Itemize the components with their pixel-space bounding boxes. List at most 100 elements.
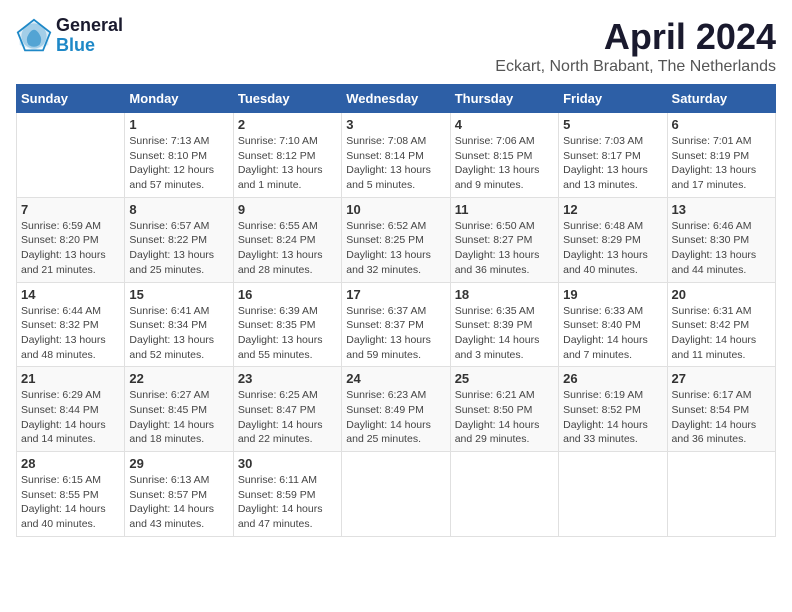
week-row-5: 28 Sunrise: 6:15 AMSunset: 8:55 PMDayligh…	[17, 452, 776, 537]
day-info: Sunrise: 6:37 AMSunset: 8:37 PMDaylight:…	[346, 304, 445, 363]
day-number: 29	[129, 456, 228, 471]
calendar-cell: 19 Sunrise: 6:33 AMSunset: 8:40 PMDayligh…	[559, 282, 667, 367]
calendar-cell: 14 Sunrise: 6:44 AMSunset: 8:32 PMDayligh…	[17, 282, 125, 367]
day-number: 4	[455, 117, 554, 132]
day-info: Sunrise: 6:17 AMSunset: 8:54 PMDaylight:…	[672, 388, 771, 447]
calendar-cell: 23 Sunrise: 6:25 AMSunset: 8:47 PMDayligh…	[233, 367, 341, 452]
day-number: 14	[21, 287, 120, 302]
calendar-cell: 9 Sunrise: 6:55 AMSunset: 8:24 PMDaylight…	[233, 197, 341, 282]
day-number: 7	[21, 202, 120, 217]
day-number: 3	[346, 117, 445, 132]
week-row-4: 21 Sunrise: 6:29 AMSunset: 8:44 PMDayligh…	[17, 367, 776, 452]
day-number: 9	[238, 202, 337, 217]
calendar-cell: 20 Sunrise: 6:31 AMSunset: 8:42 PMDayligh…	[667, 282, 775, 367]
calendar-cell	[667, 452, 775, 537]
calendar-cell: 28 Sunrise: 6:15 AMSunset: 8:55 PMDayligh…	[17, 452, 125, 537]
calendar-cell: 2 Sunrise: 7:10 AMSunset: 8:12 PMDaylight…	[233, 113, 341, 198]
day-info: Sunrise: 6:31 AMSunset: 8:42 PMDaylight:…	[672, 304, 771, 363]
day-info: Sunrise: 6:21 AMSunset: 8:50 PMDaylight:…	[455, 388, 554, 447]
day-info: Sunrise: 6:29 AMSunset: 8:44 PMDaylight:…	[21, 388, 120, 447]
day-info: Sunrise: 6:52 AMSunset: 8:25 PMDaylight:…	[346, 219, 445, 278]
day-number: 28	[21, 456, 120, 471]
calendar-header-row: SundayMondayTuesdayWednesdayThursdayFrid…	[17, 85, 776, 113]
day-number: 21	[21, 371, 120, 386]
day-info: Sunrise: 6:50 AMSunset: 8:27 PMDaylight:…	[455, 219, 554, 278]
calendar-cell	[450, 452, 558, 537]
day-number: 11	[455, 202, 554, 217]
calendar-cell: 21 Sunrise: 6:29 AMSunset: 8:44 PMDayligh…	[17, 367, 125, 452]
day-info: Sunrise: 6:46 AMSunset: 8:30 PMDaylight:…	[672, 219, 771, 278]
header-thursday: Thursday	[450, 85, 558, 113]
day-number: 8	[129, 202, 228, 217]
calendar-cell: 27 Sunrise: 6:17 AMSunset: 8:54 PMDayligh…	[667, 367, 775, 452]
day-info: Sunrise: 6:41 AMSunset: 8:34 PMDaylight:…	[129, 304, 228, 363]
day-info: Sunrise: 6:13 AMSunset: 8:57 PMDaylight:…	[129, 473, 228, 532]
header-sunday: Sunday	[17, 85, 125, 113]
logo-line2: Blue	[56, 36, 123, 56]
day-info: Sunrise: 6:27 AMSunset: 8:45 PMDaylight:…	[129, 388, 228, 447]
day-info: Sunrise: 6:15 AMSunset: 8:55 PMDaylight:…	[21, 473, 120, 532]
calendar-cell	[17, 113, 125, 198]
day-info: Sunrise: 7:03 AMSunset: 8:17 PMDaylight:…	[563, 134, 662, 193]
header-saturday: Saturday	[667, 85, 775, 113]
day-info: Sunrise: 6:55 AMSunset: 8:24 PMDaylight:…	[238, 219, 337, 278]
day-number: 23	[238, 371, 337, 386]
calendar-cell: 18Sunrise: 6:35 AMSunset: 8:39 PMDayligh…	[450, 282, 558, 367]
title-block: April 2024 Eckart, North Brabant, The Ne…	[495, 16, 776, 76]
week-row-2: 7Sunrise: 6:59 AMSunset: 8:20 PMDaylight…	[17, 197, 776, 282]
calendar-cell: 12 Sunrise: 6:48 AMSunset: 8:29 PMDayligh…	[559, 197, 667, 282]
page-header: General Blue April 2024 Eckart, North Br…	[16, 16, 776, 76]
day-info: Sunrise: 7:08 AMSunset: 8:14 PMDaylight:…	[346, 134, 445, 193]
day-number: 12	[563, 202, 662, 217]
day-number: 24	[346, 371, 445, 386]
calendar-cell: 3 Sunrise: 7:08 AMSunset: 8:14 PMDaylight…	[342, 113, 450, 198]
logo: General Blue	[16, 16, 123, 56]
day-number: 13	[672, 202, 771, 217]
calendar-cell: 24 Sunrise: 6:23 AMSunset: 8:49 PMDayligh…	[342, 367, 450, 452]
page-title: April 2024	[495, 16, 776, 58]
header-wednesday: Wednesday	[342, 85, 450, 113]
day-info: Sunrise: 6:35 AMSunset: 8:39 PMDaylight:…	[455, 304, 554, 363]
day-info: Sunrise: 7:13 AMSunset: 8:10 PMDaylight:…	[129, 134, 228, 193]
calendar-cell: 29 Sunrise: 6:13 AMSunset: 8:57 PMDayligh…	[125, 452, 233, 537]
day-number: 20	[672, 287, 771, 302]
day-number: 15	[129, 287, 228, 302]
day-info: Sunrise: 7:10 AMSunset: 8:12 PMDaylight:…	[238, 134, 337, 193]
header-monday: Monday	[125, 85, 233, 113]
calendar-cell: 5 Sunrise: 7:03 AMSunset: 8:17 PMDaylight…	[559, 113, 667, 198]
page-subtitle: Eckart, North Brabant, The Netherlands	[495, 58, 776, 76]
day-number: 25	[455, 371, 554, 386]
day-info: Sunrise: 6:48 AMSunset: 8:29 PMDaylight:…	[563, 219, 662, 278]
calendar-cell: 30Sunrise: 6:11 AMSunset: 8:59 PMDayligh…	[233, 452, 341, 537]
day-info: Sunrise: 6:44 AMSunset: 8:32 PMDaylight:…	[21, 304, 120, 363]
day-info: Sunrise: 6:25 AMSunset: 8:47 PMDaylight:…	[238, 388, 337, 447]
day-number: 5	[563, 117, 662, 132]
day-info: Sunrise: 7:06 AMSunset: 8:15 PMDaylight:…	[455, 134, 554, 193]
calendar-cell: 7Sunrise: 6:59 AMSunset: 8:20 PMDaylight…	[17, 197, 125, 282]
calendar-cell: 22Sunrise: 6:27 AMSunset: 8:45 PMDayligh…	[125, 367, 233, 452]
header-tuesday: Tuesday	[233, 85, 341, 113]
day-number: 2	[238, 117, 337, 132]
day-number: 30	[238, 456, 337, 471]
logo-icon	[16, 18, 52, 54]
day-number: 16	[238, 287, 337, 302]
calendar-cell	[342, 452, 450, 537]
day-info: Sunrise: 6:33 AMSunset: 8:40 PMDaylight:…	[563, 304, 662, 363]
day-number: 17	[346, 287, 445, 302]
calendar-cell: 16Sunrise: 6:39 AMSunset: 8:35 PMDayligh…	[233, 282, 341, 367]
header-friday: Friday	[559, 85, 667, 113]
calendar-cell: 10Sunrise: 6:52 AMSunset: 8:25 PMDayligh…	[342, 197, 450, 282]
day-number: 19	[563, 287, 662, 302]
day-info: Sunrise: 6:57 AMSunset: 8:22 PMDaylight:…	[129, 219, 228, 278]
day-info: Sunrise: 6:23 AMSunset: 8:49 PMDaylight:…	[346, 388, 445, 447]
calendar-cell	[559, 452, 667, 537]
calendar-cell: 26Sunrise: 6:19 AMSunset: 8:52 PMDayligh…	[559, 367, 667, 452]
calendar-cell: 11 Sunrise: 6:50 AMSunset: 8:27 PMDayligh…	[450, 197, 558, 282]
day-info: Sunrise: 7:01 AMSunset: 8:19 PMDaylight:…	[672, 134, 771, 193]
calendar-cell: 4 Sunrise: 7:06 AMSunset: 8:15 PMDaylight…	[450, 113, 558, 198]
day-number: 27	[672, 371, 771, 386]
calendar-cell: 17 Sunrise: 6:37 AMSunset: 8:37 PMDayligh…	[342, 282, 450, 367]
logo-text: General Blue	[56, 16, 123, 56]
day-number: 26	[563, 371, 662, 386]
calendar-cell: 6Sunrise: 7:01 AMSunset: 8:19 PMDaylight…	[667, 113, 775, 198]
